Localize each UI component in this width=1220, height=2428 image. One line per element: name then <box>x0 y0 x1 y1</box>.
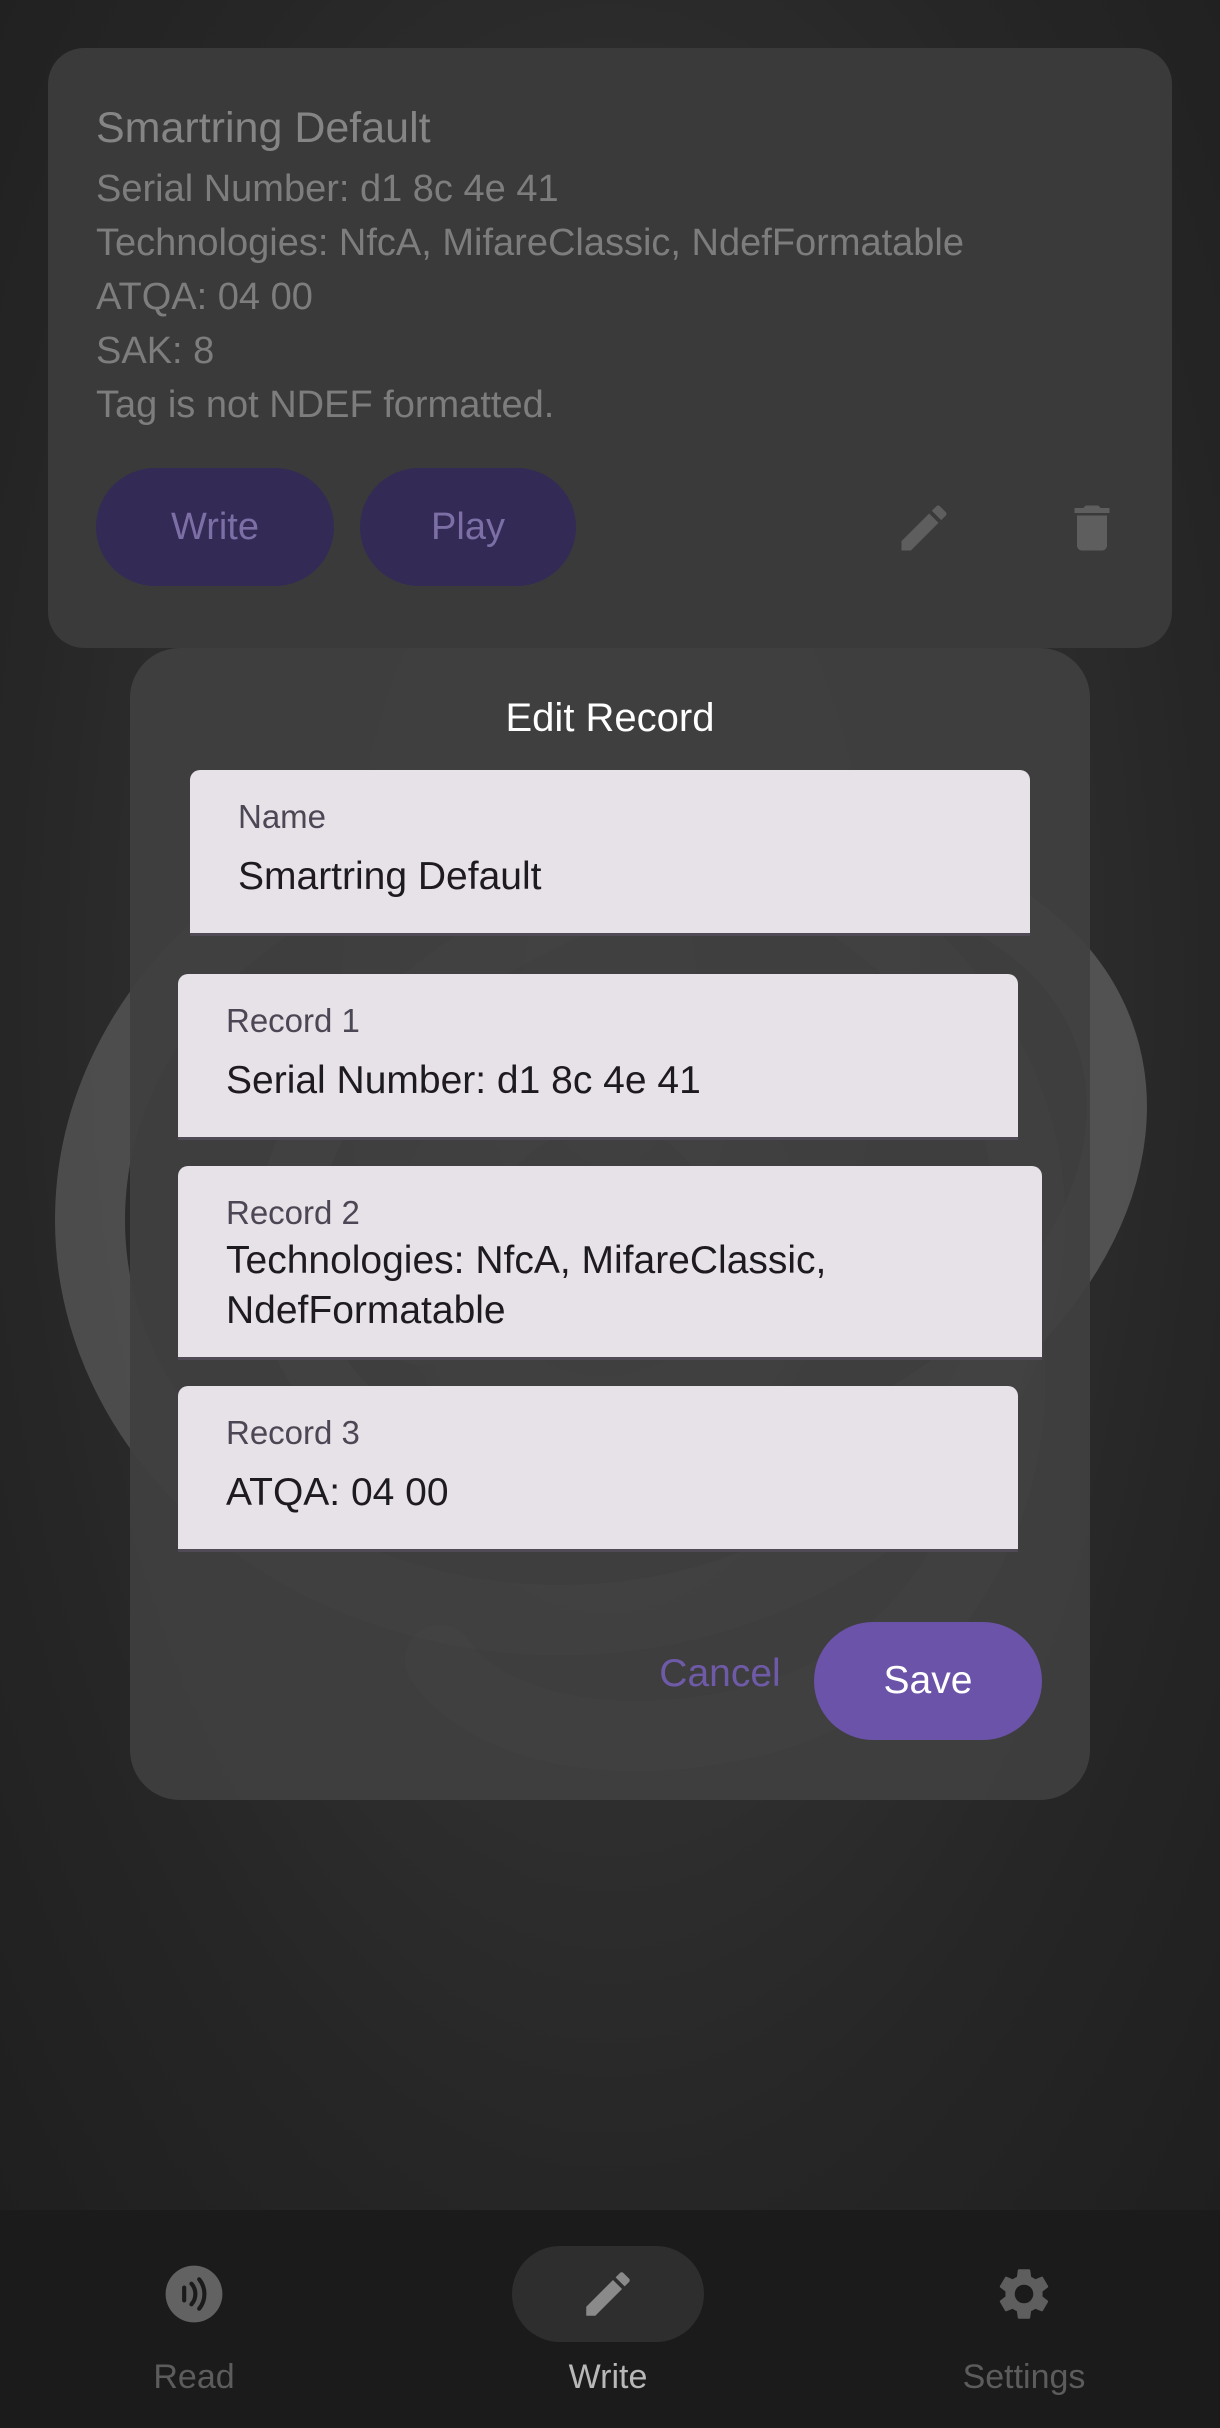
nav-label-settings: Settings <box>962 2358 1086 2396</box>
pencil-icon <box>901 505 947 551</box>
nav-label-read: Read <box>153 2358 235 2396</box>
tag-sak: SAK: 8 <box>96 330 215 372</box>
tag-technologies: Technologies: NfcA, MifareClassic, NdefF… <box>96 222 965 264</box>
gear-icon <box>976 2246 1072 2342</box>
nav-item-read[interactable]: Read <box>44 2210 344 2428</box>
name-field[interactable]: Name Smartring Default <box>190 770 1030 936</box>
record-3-field[interactable]: Record 3 ATQA: 04 00 <box>178 1386 1018 1552</box>
nav-item-write[interactable]: Write <box>458 2210 758 2428</box>
nav-item-settings[interactable]: Settings <box>874 2210 1174 2428</box>
tag-atqa: ATQA: 04 00 <box>96 276 313 318</box>
dialog-title: Edit Record <box>505 696 715 740</box>
pencil-icon <box>560 2246 656 2342</box>
nav-label-write: Write <box>568 2358 648 2396</box>
tag-card: Smartring Default Serial Number: d1 8c 4… <box>48 48 1172 648</box>
edit-record-dialog: Edit Record Name Smartring Default Recor… <box>130 648 1090 1800</box>
nfc-icon <box>146 2246 242 2342</box>
save-button[interactable]: Save <box>814 1622 1042 1740</box>
cancel-button[interactable]: Cancel <box>620 1624 820 1724</box>
record-1-label: Record 1 <box>226 1002 360 1039</box>
record-2-value: Technologies: NfcA, MifareClassic, NdefF… <box>226 1239 827 1332</box>
tag-serial-number: Serial Number: d1 8c 4e 41 <box>96 168 559 210</box>
trash-icon <box>1074 505 1110 551</box>
delete-button[interactable] <box>1052 488 1132 568</box>
write-button[interactable]: Write <box>96 468 334 586</box>
record-1-field[interactable]: Record 1 Serial Number: d1 8c 4e 41 <box>178 974 1018 1140</box>
record-2-label: Record 2 <box>226 1194 360 1231</box>
tag-title: Smartring Default <box>96 104 431 152</box>
bottom-navigation: Read Write Settings <box>0 2210 1220 2428</box>
name-field-value: Smartring Default <box>238 855 542 898</box>
record-3-value: ATQA: 04 00 <box>226 1471 449 1514</box>
name-field-label: Name <box>238 798 327 835</box>
edit-button[interactable] <box>884 488 964 568</box>
play-button[interactable]: Play <box>360 468 576 586</box>
tag-ndef-status: Tag is not NDEF formatted. <box>96 384 555 426</box>
record-1-value: Serial Number: d1 8c 4e 41 <box>226 1059 701 1102</box>
record-2-field[interactable]: Record 2 Technologies: NfcA, MifareClass… <box>178 1166 1042 1360</box>
record-3-label: Record 3 <box>226 1414 360 1451</box>
